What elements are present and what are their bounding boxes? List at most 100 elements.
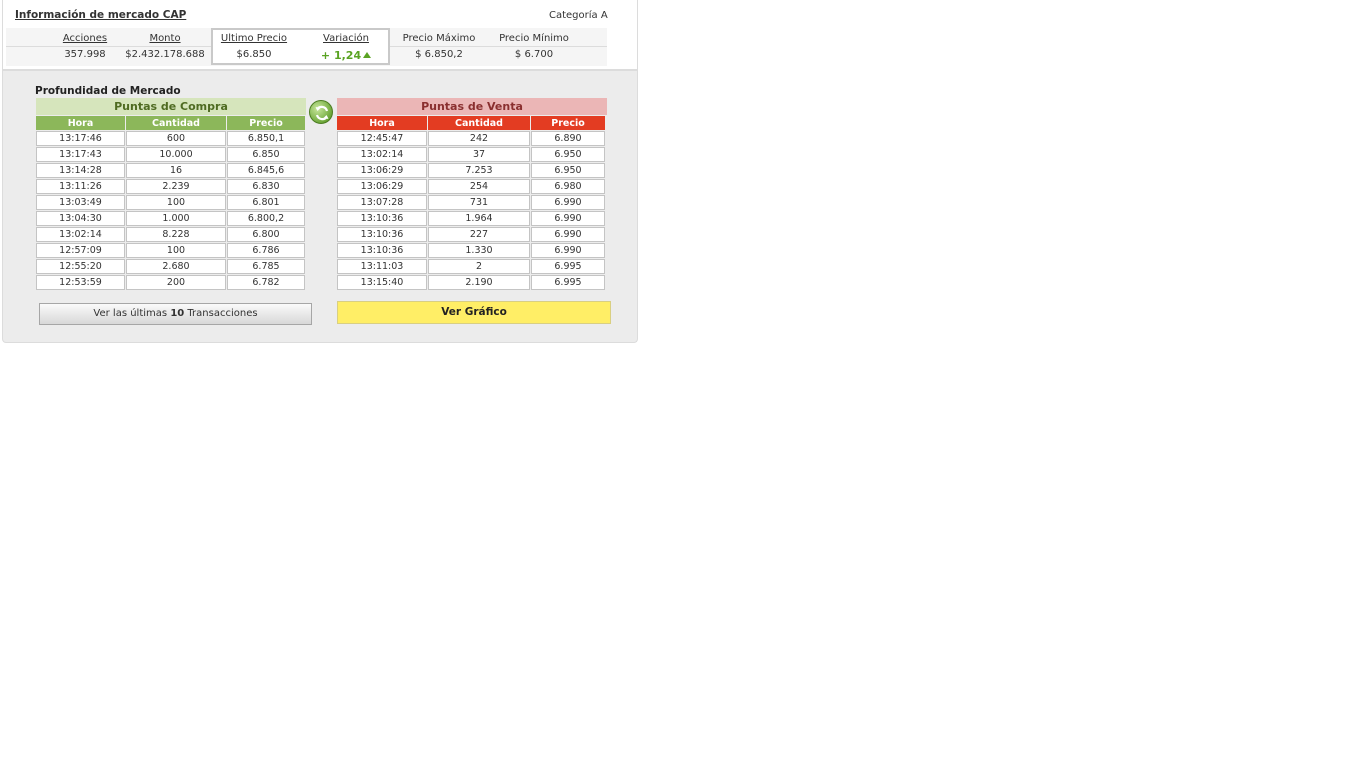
- ultimo-precio-header[interactable]: Ultimo Precio: [204, 33, 304, 44]
- table-row: 13:02:14 37 6.950: [337, 147, 605, 162]
- cell-precio: 6.801: [227, 195, 305, 210]
- cell-hora: 13:02:14: [337, 147, 427, 162]
- buy-book: Puntas de Compra Hora Cantidad Precio 13…: [36, 98, 306, 291]
- table-row: 13:11:26 2.239 6.830: [36, 179, 305, 194]
- cell-cantidad: 200: [126, 275, 226, 290]
- table-row: 12:53:59 200 6.782: [36, 275, 305, 290]
- cell-hora: 13:02:14: [36, 227, 125, 242]
- monto-value: $2.432.178.688: [125, 49, 205, 60]
- cell-hora: 12:45:47: [337, 131, 427, 146]
- cell-cantidad: 16: [126, 163, 226, 178]
- cell-cantidad: 2.239: [126, 179, 226, 194]
- col-cantidad: Cantidad: [428, 116, 530, 130]
- table-row: 13:17:46 600 6.850,1: [36, 131, 305, 146]
- page-title[interactable]: Información de mercado CAP: [15, 9, 186, 21]
- cell-hora: 12:55:20: [36, 259, 125, 274]
- table-row: 12:45:47 242 6.890: [337, 131, 605, 146]
- transactions-label-post: Transacciones: [187, 308, 258, 319]
- variacion-number: + 1,24: [320, 49, 362, 62]
- cell-hora: 13:15:40: [337, 275, 427, 290]
- last-transactions-button[interactable]: Ver las últimas 10 Transacciones: [39, 303, 312, 325]
- cell-cantidad: 731: [428, 195, 530, 210]
- market-info-panel: Información de mercado CAP Categoría A A…: [2, 0, 638, 343]
- cell-precio: 6.990: [531, 227, 605, 242]
- cell-precio: 6.995: [531, 259, 605, 274]
- table-row: 13:14:28 16 6.845,6: [36, 163, 305, 178]
- cell-hora: 13:10:36: [337, 243, 427, 258]
- cell-precio: 6.890: [531, 131, 605, 146]
- cell-hora: 13:17:43: [36, 147, 125, 162]
- cell-hora: 13:04:30: [36, 211, 125, 226]
- cell-cantidad: 37: [428, 147, 530, 162]
- col-hora: Hora: [36, 116, 125, 130]
- precio-minimo-header: Precio Mínimo: [499, 33, 569, 44]
- monto-header[interactable]: Monto: [115, 33, 215, 44]
- cell-precio: 6.980: [531, 179, 605, 194]
- sell-book: Puntas de Venta Hora Cantidad Precio 12:…: [337, 98, 607, 291]
- cell-cantidad: 100: [126, 195, 226, 210]
- precio-minimo-value: $ 6.700: [514, 49, 554, 60]
- cell-cantidad: 242: [428, 131, 530, 146]
- cell-hora: 13:10:36: [337, 211, 427, 226]
- cell-precio: 6.800: [227, 227, 305, 242]
- cell-cantidad: 1.330: [428, 243, 530, 258]
- cell-cantidad: 2.190: [428, 275, 530, 290]
- cell-precio: 6.782: [227, 275, 305, 290]
- cell-precio: 6.845,6: [227, 163, 305, 178]
- transactions-count: 10: [170, 308, 185, 319]
- table-row: 13:02:14 8.228 6.800: [36, 227, 305, 242]
- sell-table: Hora Cantidad Precio 12:45:47 242 6.890 13:…: [336, 115, 606, 291]
- transactions-label-pre: Ver las últimas: [93, 308, 168, 319]
- cell-cantidad: 2: [428, 259, 530, 274]
- precio-maximo-header: Precio Máximo: [402, 33, 476, 44]
- variacion-value: + 1,24: [296, 49, 396, 62]
- cell-cantidad: 7.253: [428, 163, 530, 178]
- cell-hora: 13:17:46: [36, 131, 125, 146]
- col-hora: Hora: [337, 116, 427, 130]
- table-row: 13:10:36 1.330 6.990: [337, 243, 605, 258]
- cell-cantidad: 1.000: [126, 211, 226, 226]
- cell-cantidad: 2.680: [126, 259, 226, 274]
- table-row: 13:10:36 1.964 6.990: [337, 211, 605, 226]
- cell-cantidad: 8.228: [126, 227, 226, 242]
- table-row: 13:03:49 100 6.801: [36, 195, 305, 210]
- table-row: 13:06:29 254 6.980: [337, 179, 605, 194]
- cell-cantidad: 600: [126, 131, 226, 146]
- category-label: Categoría A: [549, 10, 608, 21]
- table-row: 13:04:30 1.000 6.800,2: [36, 211, 305, 226]
- ultimo-precio-value: $6.850: [236, 49, 272, 60]
- precio-maximo-value: $ 6.850,2: [415, 49, 463, 60]
- cell-precio: 6.830: [227, 179, 305, 194]
- cell-hora: 13:11:03: [337, 259, 427, 274]
- col-precio: Precio: [531, 116, 605, 130]
- table-row: 13:11:03 2 6.995: [337, 259, 605, 274]
- table-row: 13:17:43 10.000 6.850: [36, 147, 305, 162]
- cell-precio: 6.850,1: [227, 131, 305, 146]
- sell-table-body: 12:45:47 242 6.890 13:02:14 37 6.950 13:06:29 7…: [337, 131, 605, 290]
- table-row: 13:07:28 731 6.990: [337, 195, 605, 210]
- table-row: 13:06:29 7.253 6.950: [337, 163, 605, 178]
- table-row: 12:55:20 2.680 6.785: [36, 259, 305, 274]
- cell-precio: 6.800,2: [227, 211, 305, 226]
- cell-precio: 6.850: [227, 147, 305, 162]
- cell-precio: 6.990: [531, 211, 605, 226]
- cell-precio: 6.990: [531, 243, 605, 258]
- sell-book-title: Puntas de Venta: [337, 98, 607, 115]
- table-row: 13:10:36 227 6.990: [337, 227, 605, 242]
- cell-precio: 6.786: [227, 243, 305, 258]
- cell-precio: 6.995: [531, 275, 605, 290]
- col-precio: Precio: [227, 116, 305, 130]
- buy-table: Hora Cantidad Precio 13:17:46 600 6.850,1 1…: [35, 115, 306, 291]
- cell-cantidad: 100: [126, 243, 226, 258]
- cell-hora: 12:57:09: [36, 243, 125, 258]
- cell-cantidad: 10.000: [126, 147, 226, 162]
- view-chart-button[interactable]: Ver Gráfico: [337, 301, 611, 324]
- cell-hora: 13:06:29: [337, 179, 427, 194]
- variacion-header[interactable]: Variación: [296, 33, 396, 44]
- cell-hora: 13:11:26: [36, 179, 125, 194]
- triangle-up-icon: [363, 52, 372, 58]
- cell-hora: 13:06:29: [337, 163, 427, 178]
- cell-cantidad: 1.964: [428, 211, 530, 226]
- refresh-icon[interactable]: [309, 100, 333, 124]
- cell-hora: 12:53:59: [36, 275, 125, 290]
